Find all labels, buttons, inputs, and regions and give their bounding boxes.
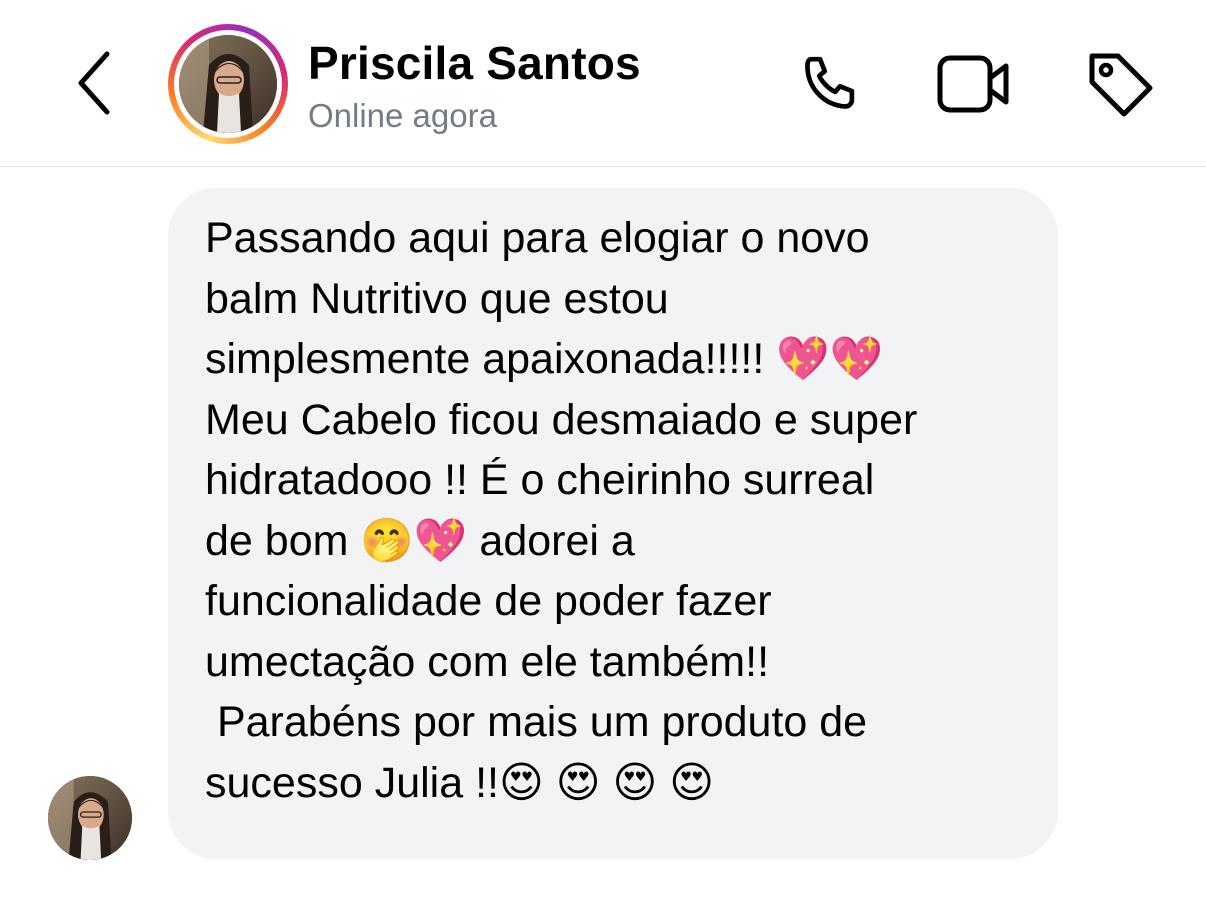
chat-header: Priscila Santos Online agora <box>0 0 1206 167</box>
contact-avatar <box>179 35 277 133</box>
call-button[interactable] <box>792 46 868 122</box>
message-text: Passando aqui para elogiar o novo balm N… <box>205 214 918 807</box>
chevron-left-icon <box>78 51 110 115</box>
contact-status: Online agora <box>308 97 497 134</box>
message-bubble[interactable]: Passando aqui para elogiar o novo balm N… <box>168 188 1058 859</box>
video-camera-icon <box>937 55 1009 113</box>
phone-icon <box>805 56 855 109</box>
contact-avatar-story-ring[interactable] <box>168 24 288 144</box>
tag-button[interactable] <box>1082 46 1158 122</box>
back-button[interactable] <box>62 50 126 116</box>
contact-name[interactable]: Priscila Santos <box>308 36 641 90</box>
video-call-button[interactable] <box>936 46 1012 122</box>
tag-icon <box>1089 53 1153 117</box>
sender-avatar[interactable] <box>48 776 132 860</box>
